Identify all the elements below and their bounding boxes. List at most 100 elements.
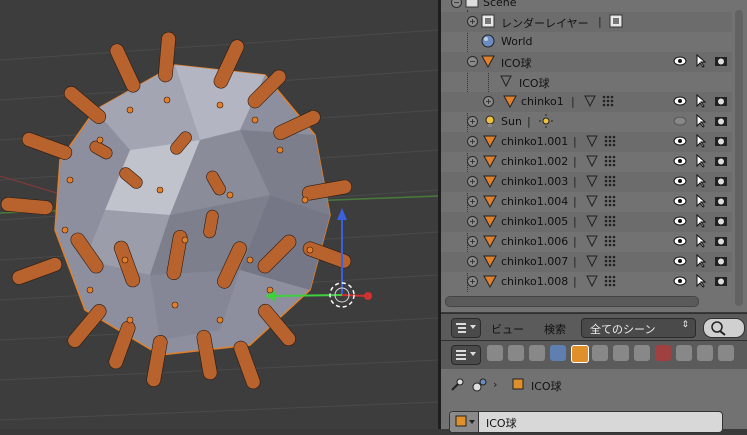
select-cursor-icon[interactable] <box>694 274 708 288</box>
render-camera-icon[interactable] <box>714 234 728 248</box>
object-tab-icon[interactable] <box>571 345 589 363</box>
outliner-row-renderlayer[interactable]: + レンダーレイヤー | <box>441 12 732 32</box>
search-button[interactable] <box>703 318 745 338</box>
render-camera-icon[interactable] <box>714 114 728 128</box>
physics-tab-icon[interactable] <box>718 345 734 361</box>
search-icon <box>711 321 726 336</box>
select-cursor-icon[interactable] <box>694 114 708 128</box>
visibility-eye-icon[interactable] <box>673 114 687 128</box>
object-type-button[interactable] <box>450 412 479 432</box>
outliner-row-chinko1-008[interactable]: + chinko1.008 | <box>441 272 732 292</box>
render-camera-icon[interactable] <box>714 134 728 148</box>
material-tab-icon[interactable] <box>655 345 671 361</box>
select-cursor-icon[interactable] <box>694 154 708 168</box>
outliner-row-chinko1-001[interactable]: + chinko1.001 | <box>441 132 732 152</box>
outliner-row-chinko1-005[interactable]: + chinko1.005 | <box>441 212 732 232</box>
outliner-label: Scene <box>483 0 517 9</box>
outliner-row-sun[interactable]: + Sun | <box>441 112 732 132</box>
search-menu[interactable]: 検索 <box>544 321 566 337</box>
expand-icon[interactable]: + <box>467 176 478 187</box>
visibility-eye-icon[interactable] <box>673 154 687 168</box>
properties-editor-icon <box>456 350 476 360</box>
texture-tab-icon[interactable] <box>676 345 692 361</box>
outliner-row-chinko1-007[interactable]: + chinko1.007 | <box>441 252 732 272</box>
outliner-vertical-scrollbar[interactable] <box>735 10 743 306</box>
select-cursor-icon[interactable] <box>694 54 708 68</box>
outliner-row-chinko1-006[interactable]: + chinko1.006 | <box>441 232 732 252</box>
mesh-object-icon <box>483 275 497 288</box>
outliner-row-icosphere[interactable]: − ICO球 <box>441 52 732 72</box>
view-menu[interactable]: ビュー <box>491 321 524 337</box>
select-cursor-icon[interactable] <box>694 94 708 108</box>
editor-type-button[interactable] <box>451 318 481 338</box>
outliner-row-chinko1-002[interactable]: + chinko1.002 | <box>441 152 732 172</box>
mesh-data-icon <box>500 75 512 88</box>
expand-icon[interactable]: + <box>467 196 478 207</box>
outliner-row-world[interactable]: World <box>441 32 732 52</box>
expand-icon[interactable]: + <box>467 216 478 227</box>
select-cursor-icon[interactable] <box>694 194 708 208</box>
render-camera-icon[interactable] <box>714 194 728 208</box>
visibility-eye-icon[interactable] <box>673 94 687 108</box>
render-tab-icon[interactable] <box>487 345 503 361</box>
render-layers-tab-icon[interactable] <box>508 345 524 361</box>
particle-system-icon <box>604 135 616 147</box>
select-cursor-icon[interactable] <box>694 234 708 248</box>
visibility-eye-icon[interactable] <box>673 274 687 288</box>
pin-icon[interactable] <box>449 377 465 393</box>
visibility-eye-icon[interactable] <box>673 134 687 148</box>
render-camera-icon[interactable] <box>714 94 728 108</box>
render-camera-icon[interactable] <box>714 214 728 228</box>
visibility-eye-icon[interactable] <box>673 214 687 228</box>
visibility-eye-icon[interactable] <box>673 54 687 68</box>
3d-viewport[interactable] <box>0 0 438 429</box>
render-camera-icon[interactable] <box>714 274 728 288</box>
collapse-icon[interactable]: − <box>451 0 462 8</box>
visibility-eye-icon[interactable] <box>673 174 687 188</box>
outliner-label: World <box>501 35 533 48</box>
modifiers-tab-icon[interactable] <box>613 345 629 361</box>
expand-icon[interactable]: + <box>467 276 478 287</box>
select-cursor-icon[interactable] <box>694 214 708 228</box>
expand-icon[interactable]: + <box>467 16 478 27</box>
separator: | <box>573 175 577 188</box>
expand-icon[interactable]: + <box>467 256 478 267</box>
select-cursor-icon[interactable] <box>694 254 708 268</box>
world-tab-icon[interactable] <box>550 345 566 361</box>
render-camera-icon[interactable] <box>714 174 728 188</box>
outliner-row-chinko1-004[interactable]: + chinko1.004 | <box>441 192 732 212</box>
outliner-row-icosphere-mesh[interactable]: ICO球 <box>441 72 732 92</box>
expand-icon[interactable]: + <box>483 96 494 107</box>
particle-system-icon <box>604 235 616 247</box>
mesh-data-icon <box>586 235 598 248</box>
visibility-eye-icon[interactable] <box>673 254 687 268</box>
outliner-row-chinko1[interactable]: + chinko1 | <box>441 92 732 112</box>
expand-icon[interactable]: + <box>467 236 478 247</box>
outliner-panel[interactable]: − Scene + レンダーレイヤー | World − ICO球 ICO球 +… <box>441 0 747 312</box>
expand-icon[interactable]: + <box>467 136 478 147</box>
mesh-data-icon <box>586 275 598 288</box>
constraints-tab-icon[interactable] <box>592 345 608 361</box>
select-cursor-icon[interactable] <box>694 134 708 148</box>
visibility-eye-icon[interactable] <box>673 194 687 208</box>
particles-tab-icon[interactable] <box>697 345 713 361</box>
expand-icon[interactable]: + <box>467 156 478 167</box>
collapse-icon[interactable]: − <box>467 56 478 67</box>
outliner-editor-icon <box>456 323 476 333</box>
render-camera-icon[interactable] <box>714 54 728 68</box>
data-tab-icon[interactable] <box>634 345 650 361</box>
editor-type-button[interactable] <box>451 345 481 365</box>
separator: | <box>527 115 531 128</box>
display-mode-value: 全てのシーン <box>590 323 656 336</box>
scene-tab-icon[interactable] <box>529 345 545 361</box>
expand-icon[interactable]: + <box>467 116 478 127</box>
particle-system-icon <box>604 195 616 207</box>
object-name-field[interactable]: ICO球 <box>449 411 723 433</box>
render-camera-icon[interactable] <box>714 154 728 168</box>
select-cursor-icon[interactable] <box>694 174 708 188</box>
display-mode-dropdown[interactable]: 全てのシーン ⇕ <box>581 318 696 338</box>
visibility-eye-icon[interactable] <box>673 234 687 248</box>
outliner-horizontal-scrollbar[interactable] <box>445 296 699 307</box>
outliner-row-chinko1-003[interactable]: + chinko1.003 | <box>441 172 732 192</box>
render-camera-icon[interactable] <box>714 254 728 268</box>
